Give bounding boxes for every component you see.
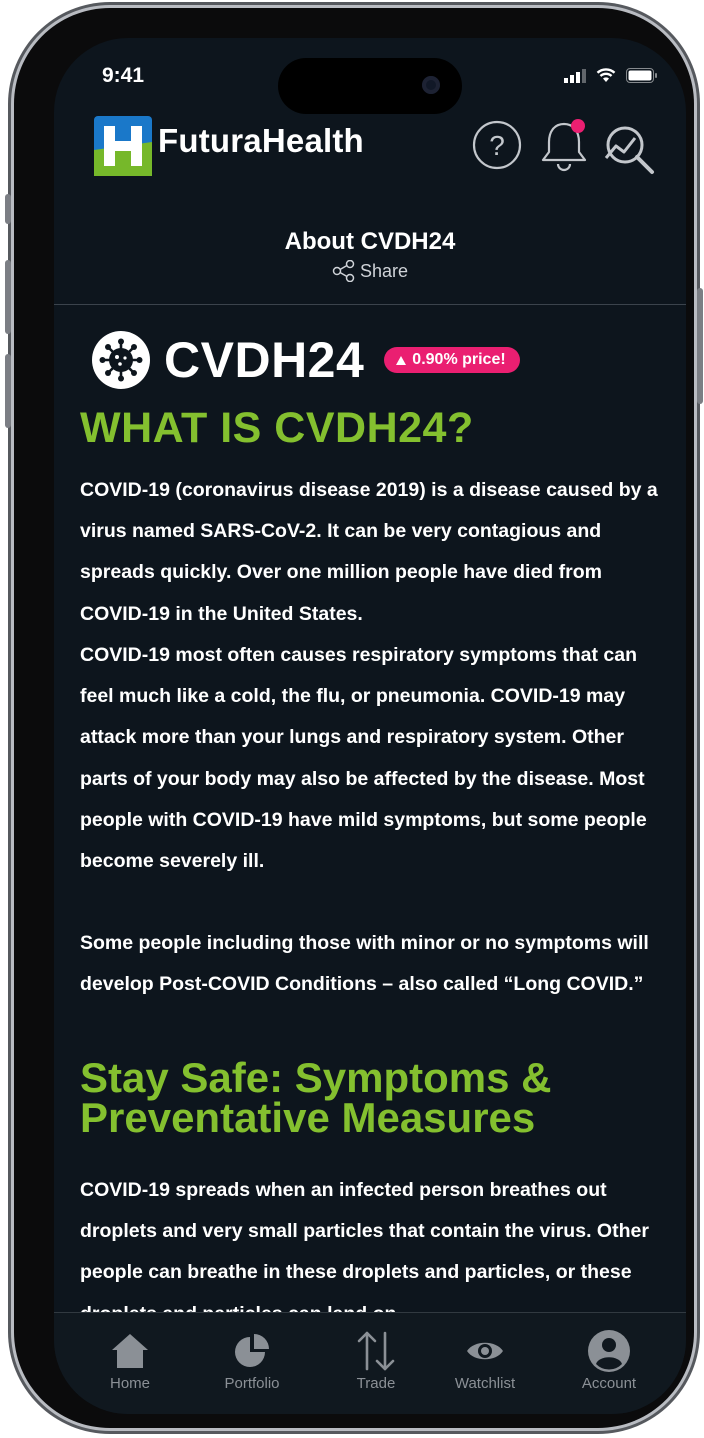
page-header: About CVDH24 Share <box>54 228 686 287</box>
virus-icon <box>92 331 150 389</box>
signal-icon <box>564 68 586 83</box>
triangle-up-icon <box>396 355 407 365</box>
page-title: About CVDH24 <box>284 228 456 255</box>
brand-name: FuturaHealth <box>158 122 364 159</box>
price-change-badge: 0.90% price! <box>384 347 520 373</box>
header-divider <box>54 304 686 305</box>
price-change-text: 0.90% price! <box>412 351 506 368</box>
phone-frame: 9:41 FuturaHealth ? About CVDH24 Share C… <box>5 8 703 1428</box>
status-time: 9:41 <box>102 64 145 87</box>
tab-portfolio[interactable]: Portfolio <box>197 1329 307 1392</box>
pie-chart-icon <box>235 1334 269 1367</box>
safety-heading: Stay Safe: Symptoms & Preventative Measu… <box>80 1054 552 1141</box>
dynamic-island <box>278 58 462 114</box>
tab-trade[interactable]: Trade <box>321 1329 431 1392</box>
futurahealth-logo-icon <box>94 116 152 176</box>
tab-label: Watchlist <box>454 1375 516 1392</box>
arrows-updown-icon <box>357 1331 395 1371</box>
tab-label: Account <box>581 1375 637 1392</box>
home-icon <box>112 1334 148 1368</box>
help-icon[interactable]: ? <box>472 120 522 170</box>
power-button <box>697 288 703 404</box>
tab-home[interactable]: Home <box>75 1329 185 1392</box>
tab-label: Portfolio <box>224 1375 280 1392</box>
tab-label: Home <box>109 1375 150 1392</box>
notifications-bell-icon[interactable] <box>538 116 590 172</box>
ticker-row: CVDH24 0.90% price! <box>92 328 520 392</box>
share-button[interactable]: Share <box>332 260 408 282</box>
safety-paragraph: COVID-19 spreads when an infected person… <box>80 1179 649 1312</box>
screen: 9:41 FuturaHealth ? About CVDH24 Share C… <box>54 38 686 1414</box>
wifi-icon <box>596 68 616 82</box>
about-paragraph: COVID-19 (coronavirus disease 2019) is a… <box>80 479 658 625</box>
about-paragraph: COVID-19 most often causes respiratory s… <box>80 644 647 873</box>
volume-up-button <box>5 260 11 334</box>
camera-icon <box>422 76 440 94</box>
volume-down-button <box>5 354 11 428</box>
about-paragraph: Some people including those with minor o… <box>80 932 649 996</box>
battery-icon <box>626 68 657 83</box>
tab-watchlist[interactable]: Watchlist <box>430 1329 540 1392</box>
svg-text:?: ? <box>489 130 505 161</box>
share-label: Share <box>359 260 409 281</box>
market-search-icon[interactable] <box>602 122 656 176</box>
bottom-tab-bar: Home Portfolio Trade Watchlist Account <box>54 1312 686 1414</box>
account-icon <box>588 1330 630 1372</box>
status-bar: 9:41 <box>54 38 686 114</box>
app-header: FuturaHealth ? <box>54 108 686 188</box>
mute-switch <box>5 194 11 224</box>
share-icon <box>332 260 355 282</box>
ticker-symbol: CVDH24 <box>164 332 365 388</box>
eye-icon <box>467 1342 503 1360</box>
about-heading: WHAT IS CVDH24? <box>80 404 474 452</box>
tab-account[interactable]: Account <box>554 1329 664 1392</box>
article-content[interactable]: CVDH24 0.90% price! WHAT IS CVDH24? COVI… <box>80 322 670 1312</box>
tab-label: Trade <box>356 1375 396 1392</box>
